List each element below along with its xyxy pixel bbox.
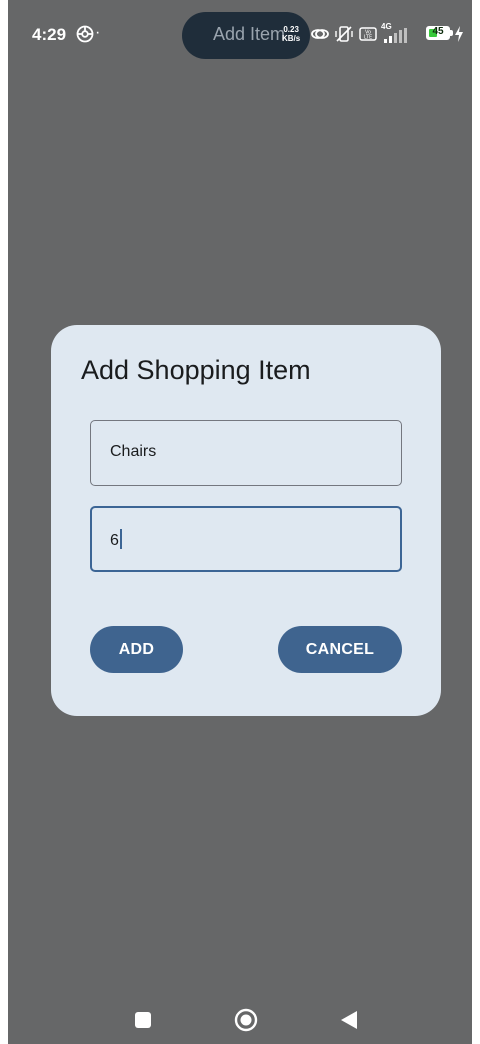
island-label: Add Item (213, 24, 286, 44)
recents-square-icon[interactable] (135, 1012, 151, 1028)
charging-icon (455, 26, 463, 42)
dialog-title: Add Shopping Item (81, 355, 311, 385)
battery-icon: 45 (426, 26, 450, 40)
item-quantity-value: 6 (110, 532, 119, 549)
battery-level: 45 (432, 26, 444, 37)
back-triangle-icon[interactable] (340, 1010, 358, 1030)
navigation-bar (8, 990, 472, 1044)
link-icon (311, 29, 329, 39)
add-item-dialog: Add Shopping Item Chairs 6 ADD CANCEL (51, 325, 441, 716)
notification-dot: · (95, 24, 101, 41)
signal-icon (384, 28, 407, 43)
chrome-like-icon (76, 25, 94, 43)
app-screen: 4:29 · Add Item 0.23 KB/s Vo LTE 4G 45 A… (8, 0, 472, 1044)
net-speed-value: 0.23 (283, 25, 299, 34)
vibrate-off-icon (335, 26, 353, 42)
home-circle-icon[interactable] (234, 1008, 258, 1032)
cancel-button[interactable]: CANCEL (278, 626, 402, 673)
battery-tip (450, 30, 453, 36)
net-speed: 0.23 KB/s (282, 25, 300, 43)
net-speed-unit: KB/s (282, 34, 301, 43)
item-name-value: Chairs (110, 443, 157, 460)
status-bar: 4:29 · Add Item 0.23 KB/s Vo LTE 4G 45 (8, 0, 472, 70)
item-quantity-field[interactable]: 6 (90, 506, 402, 572)
add-button[interactable]: ADD (90, 626, 183, 673)
svg-text:LTE: LTE (364, 35, 372, 41)
volte-icon: Vo LTE (359, 27, 377, 41)
text-caret (119, 529, 122, 549)
item-name-field[interactable]: Chairs (90, 420, 402, 486)
signal-group: 4G (380, 22, 420, 44)
item-quantity-text: 6 (110, 529, 122, 550)
status-time: 4:29 (32, 25, 67, 44)
